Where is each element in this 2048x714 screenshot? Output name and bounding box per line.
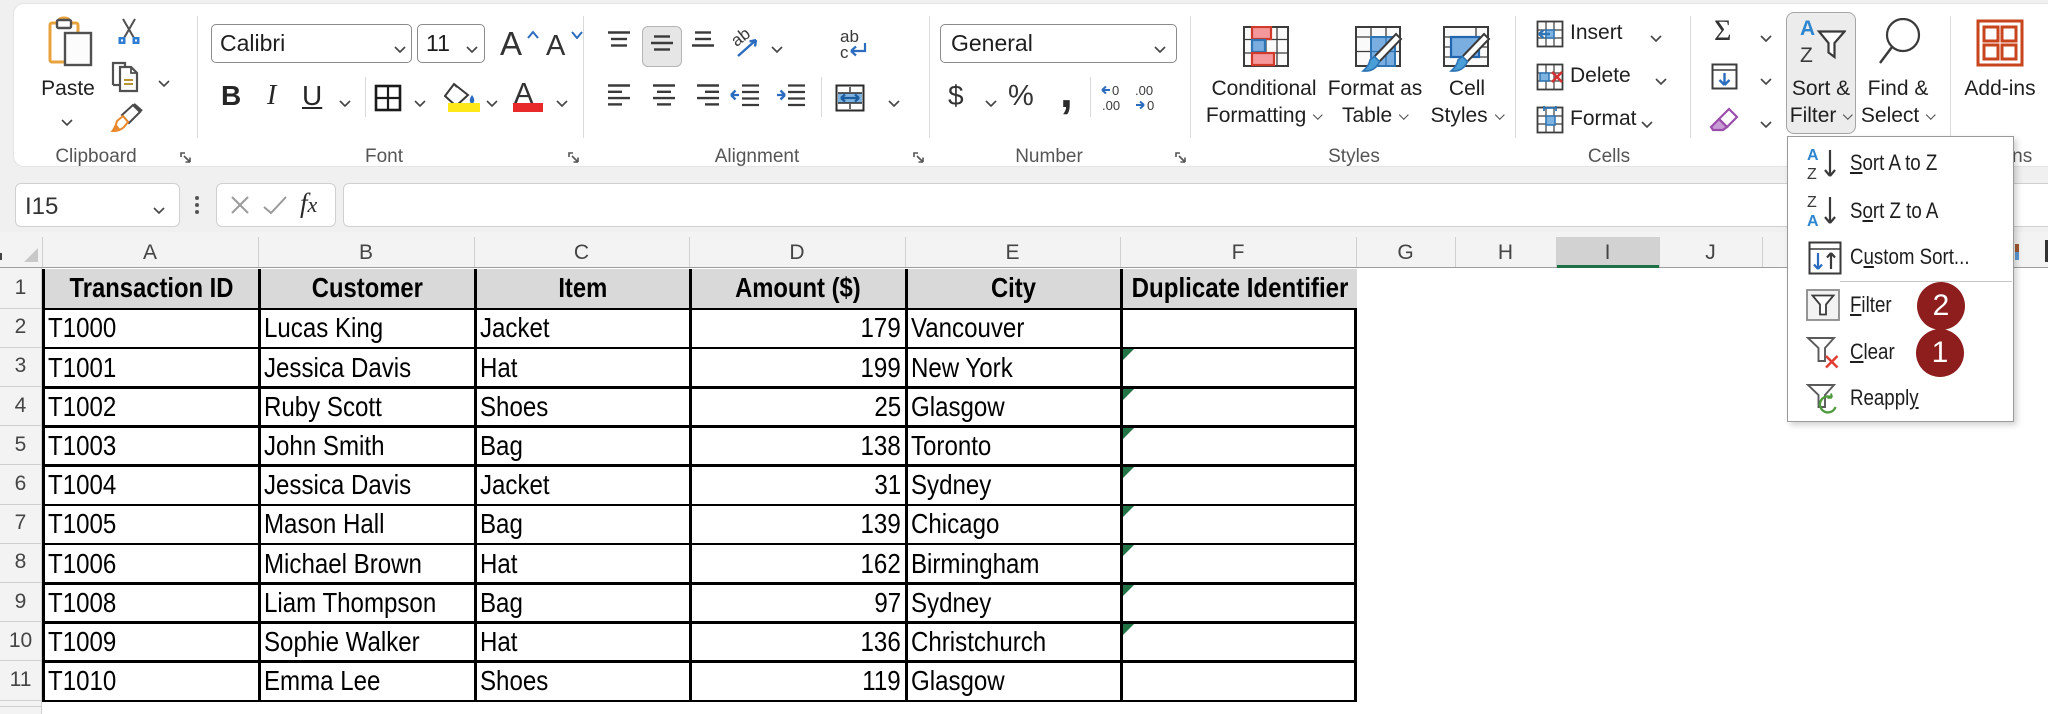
svg-text:.00: .00 [1102, 98, 1120, 112]
svg-text:Z: Z [1807, 166, 1817, 182]
svg-text:.00: .00 [1135, 84, 1153, 98]
svg-text:A: A [1807, 147, 1819, 164]
svg-text:A: A [1800, 17, 1815, 40]
svg-text:c: c [840, 43, 849, 61]
svg-text:0: 0 [1147, 98, 1154, 112]
svg-text:Z: Z [1807, 194, 1817, 211]
svg-text:A: A [1807, 213, 1819, 229]
svg-text:0: 0 [1112, 84, 1119, 98]
svg-text:Z: Z [1800, 44, 1813, 64]
